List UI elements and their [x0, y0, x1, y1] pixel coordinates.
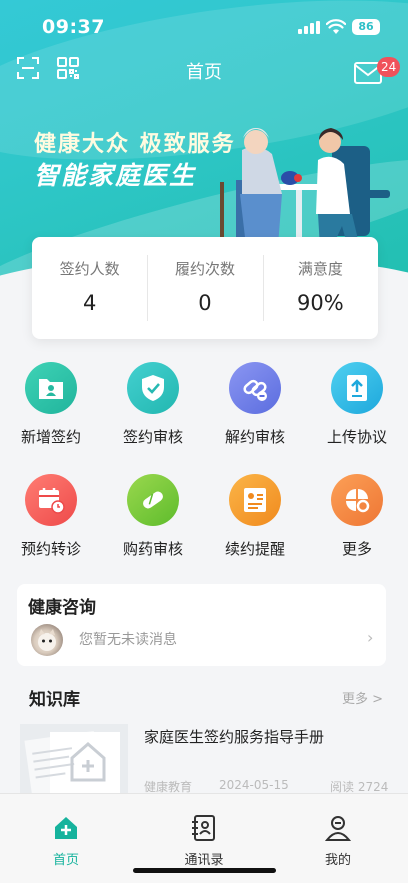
stat-satisfaction: 满意度 90% — [262, 237, 378, 339]
unread-badge: 24 — [377, 57, 401, 77]
knowledge-article[interactable]: 家庭医生签约服务指导手册 健康教育 2024-05-15 阅读 2724 — [0, 718, 408, 798]
status-bar: 09:37 86 — [0, 0, 408, 48]
status-time: 09:37 — [42, 16, 105, 38]
tab-profile[interactable]: 我的 — [298, 814, 378, 868]
signal-icon — [298, 21, 320, 34]
chevron-right-icon: › — [367, 628, 374, 647]
func-renewal-reminder[interactable]: 续约提醒 — [204, 474, 306, 586]
func-more[interactable]: 更多 — [306, 474, 408, 586]
section-title: 知识库 — [29, 690, 80, 710]
doctor-patient-illustration — [220, 128, 390, 248]
func-label: 签约审核 — [122, 428, 183, 446]
stat-value: 90% — [296, 291, 344, 315]
tab-label: 我的 — [324, 853, 351, 868]
func-label: 上传协议 — [326, 428, 387, 446]
func-referral[interactable]: 预约转诊 — [0, 474, 102, 586]
tab-label: 通讯录 — [184, 853, 224, 868]
home-plus-icon — [55, 817, 77, 839]
func-label: 购药审核 — [122, 540, 183, 558]
top-bar: 首页 24 — [0, 50, 408, 88]
article-title: 家庭医生签约服务指导手册 — [144, 728, 325, 746]
link-minus-icon — [229, 362, 281, 414]
pill-icon — [127, 474, 179, 526]
folder-user-icon — [25, 362, 77, 414]
section-title: 健康咨询 — [28, 598, 96, 618]
contacts-book-icon — [192, 815, 215, 841]
wifi-icon — [326, 19, 346, 34]
func-upload-agreement[interactable]: 上传协议 — [306, 362, 408, 474]
func-label: 解约审核 — [224, 428, 285, 446]
stat-label: 满意度 — [297, 260, 343, 278]
function-grid: 新增签约 签约审核 解约审核 上传协议 预约转诊 购药审核 续约提醒 更多 — [0, 362, 408, 586]
tab-contacts[interactable]: 通讯录 — [164, 814, 244, 868]
page-title: 首页 — [186, 62, 222, 83]
home-indicator — [133, 868, 276, 873]
func-cancel-review[interactable]: 解约审核 — [204, 362, 306, 474]
avatar — [31, 624, 63, 656]
contract-reminder-icon — [229, 474, 281, 526]
calendar-clock-icon — [25, 474, 77, 526]
func-medicine-review[interactable]: 购药审核 — [102, 474, 204, 586]
stat-signed-count: 签约人数 4 — [32, 237, 147, 339]
tab-home[interactable]: 首页 — [26, 814, 106, 868]
stat-value: 0 — [198, 291, 212, 315]
func-label: 续约提醒 — [224, 540, 285, 558]
func-label: 预约转诊 — [20, 540, 81, 558]
stats-card: 签约人数 4 履约次数 0 满意度 90% — [32, 237, 378, 339]
banner-headline: 智能家庭医生 — [34, 161, 197, 190]
profile-icon — [324, 816, 352, 841]
article-date: 2024-05-15 — [219, 778, 289, 792]
stat-value: 4 — [82, 291, 97, 315]
func-add-contract[interactable]: 新增签约 — [0, 362, 102, 474]
stat-label: 履约次数 — [174, 260, 235, 278]
stat-label: 签约人数 — [59, 260, 120, 278]
article-thumbnail — [20, 724, 128, 796]
battery-icon: 86 — [352, 19, 380, 35]
grid-more-icon — [331, 474, 383, 526]
document-upload-icon — [331, 362, 383, 414]
func-label: 更多 — [341, 540, 372, 558]
stat-fulfill-count: 履约次数 0 — [147, 237, 262, 339]
consult-message: 您暂无未读消息 — [79, 632, 177, 648]
func-contract-review[interactable]: 签约审核 — [102, 362, 204, 474]
shield-check-icon — [127, 362, 179, 414]
tab-label: 首页 — [52, 853, 79, 868]
more-link[interactable]: 更多 > — [342, 688, 383, 707]
func-label: 新增签约 — [20, 428, 81, 446]
health-consult-card[interactable]: 健康咨询 您暂无未读消息 › — [17, 584, 386, 666]
